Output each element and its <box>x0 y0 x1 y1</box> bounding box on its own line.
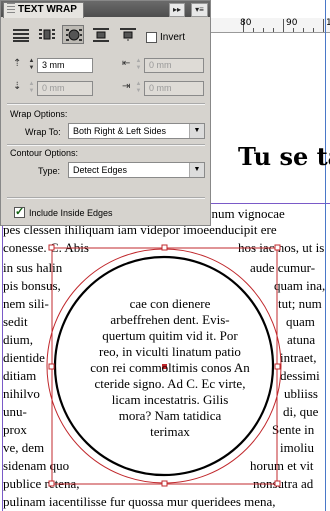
text-line: terimax <box>150 424 190 439</box>
type-label: Type: <box>38 166 61 176</box>
contour-options-label: Contour Options: <box>10 148 79 158</box>
divider <box>7 103 205 105</box>
invert-checkbox[interactable] <box>146 32 157 43</box>
bottom-offset-icon: ⇣ <box>13 81 22 92</box>
collapse-button[interactable]: ▸▸ <box>169 3 185 17</box>
text-line: con rei commoltimis conos An <box>90 360 250 375</box>
include-inside-edges-label: Include Inside Edges <box>29 208 113 218</box>
jump-to-next-column-icon <box>120 28 136 41</box>
no-wrap-button[interactable] <box>9 25 31 44</box>
jump-to-next-column-button[interactable] <box>116 25 138 44</box>
panel-menu-button[interactable]: ▾≡ <box>191 3 208 17</box>
text-line: licam incestatris. Gilis <box>111 392 229 407</box>
grip-icon <box>7 3 15 13</box>
wrap-bounding-box-icon <box>39 29 55 40</box>
chevron-down-icon: ▼ <box>189 163 204 177</box>
top-offset-field[interactable]: 3 mm <box>37 58 93 73</box>
panel-title: TEXT WRAP <box>18 4 77 15</box>
chevron-down-icon: ▼ <box>189 124 204 138</box>
contour-type-select[interactable]: Detect Edges ▼ <box>68 162 205 178</box>
wrap-object-shape-icon <box>66 29 82 41</box>
wrap-bounding-box-button[interactable] <box>35 25 57 44</box>
jump-object-button[interactable] <box>89 25 111 44</box>
invert-label: Invert <box>160 32 186 43</box>
text-wrap-panel: TEXT WRAP ▸▸ ▾≡ Invert ⇡ ▲ ▼ 3 mm ⇤ ▲ ▼ 0 … <box>0 0 211 226</box>
left-offset-icon: ⇤ <box>122 58 131 69</box>
left-offset-stepper[interactable]: ▲ ▼ <box>134 58 143 73</box>
top-offset-stepper[interactable]: ▲ ▼ <box>27 58 36 73</box>
right-offset-stepper[interactable]: ▲ ▼ <box>134 81 143 96</box>
divider <box>7 144 205 146</box>
panel-tab[interactable]: TEXT WRAP <box>3 2 84 18</box>
divider <box>7 197 205 199</box>
text-line: quertum quitim vid it. Por <box>102 328 238 343</box>
text-line: reo, in viculti linatum patio <box>99 344 241 359</box>
text-line: mora? Nam tatidica <box>118 408 222 423</box>
wrap-to-label: Wrap To: <box>25 127 61 137</box>
wrap-to-select[interactable]: Both Right & Left Sides ▼ <box>68 123 205 139</box>
contour-type-value: Detect Edges <box>73 165 128 175</box>
top-offset-icon: ⇡ <box>13 58 22 69</box>
panel-titlebar[interactable]: TEXT WRAP ▸▸ ▾≡ <box>1 1 210 18</box>
no-wrap-icon <box>13 29 29 42</box>
bottom-offset-field[interactable]: 0 mm <box>37 81 93 96</box>
right-offset-field[interactable]: 0 mm <box>144 81 204 96</box>
wrap-options-label: Wrap Options: <box>10 109 68 119</box>
include-inside-edges-checkbox[interactable] <box>14 205 25 218</box>
jump-object-icon <box>93 28 109 42</box>
text-line: arbeffrehen dent. Evis- <box>110 312 230 327</box>
text-line: cteride signo. Ad C. Ec virte, <box>94 376 246 391</box>
left-offset-field[interactable]: 0 mm <box>144 58 204 73</box>
bottom-offset-stepper[interactable]: ▲ ▼ <box>27 81 36 96</box>
text-line: cae con dienere <box>129 296 211 311</box>
right-offset-icon: ⇥ <box>122 81 131 92</box>
wrap-object-shape-button[interactable] <box>62 25 84 44</box>
circle-inner-text: cae con dienere arbeffrehen dent. Evis- … <box>70 296 270 440</box>
wrap-to-value: Both Right & Left Sides <box>73 126 167 136</box>
